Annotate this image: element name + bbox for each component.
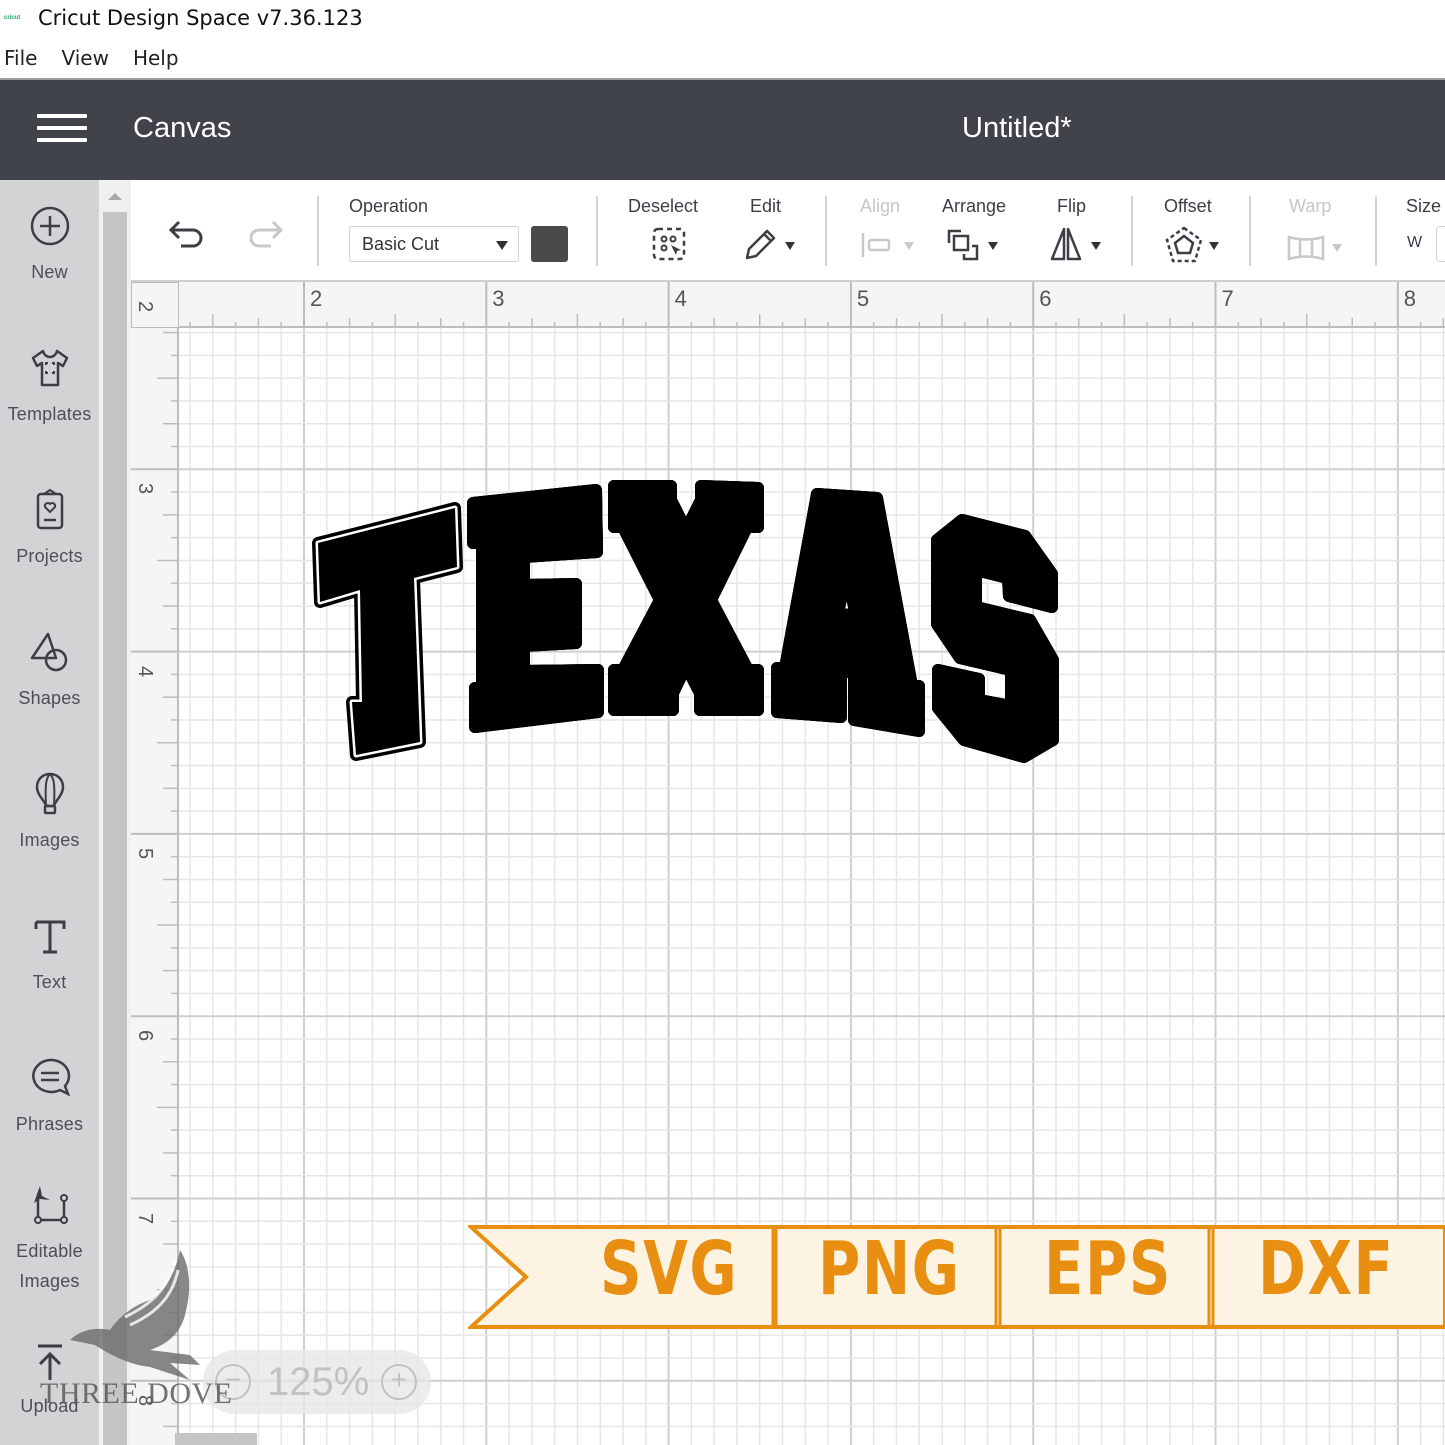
node-edit-icon [33, 1186, 68, 1224]
sidebar-item-phrases[interactable]: Phrases [0, 1056, 99, 1140]
sidebar-label: Projects [16, 546, 83, 566]
redo-icon[interactable] [243, 218, 285, 252]
size-label: Size [1406, 196, 1442, 216]
tshirt-icon [31, 349, 68, 387]
balloon-icon [35, 772, 64, 815]
sidebar-item-editable-images[interactable]: Editable Images [0, 1184, 99, 1296]
align-button[interactable] [860, 230, 914, 265]
text-t-icon [34, 920, 65, 954]
sidebar-item-templates[interactable]: Templates [0, 346, 99, 430]
chevron-down-icon [988, 242, 998, 250]
chevron-down-icon [1209, 242, 1219, 250]
toolbar-divider [1249, 196, 1251, 266]
chevron-down-icon [1091, 242, 1101, 250]
format-eps: EPS [1044, 1226, 1172, 1312]
menu-bar: File View Help [0, 38, 199, 78]
document-title[interactable]: Untitled* [962, 112, 1072, 145]
card-heart-icon [36, 488, 63, 530]
edit-label: Edit [750, 196, 782, 216]
deselect-icon[interactable] [651, 226, 687, 262]
edit-button[interactable] [743, 226, 795, 267]
chevron-down-icon [1332, 244, 1342, 252]
sidebar-item-images[interactable]: Images [0, 772, 99, 856]
letter-e[interactable] [467, 484, 604, 733]
format-png: PNG [818, 1226, 961, 1312]
sidebar-item-new[interactable]: New [0, 204, 99, 288]
warp-icon [1287, 235, 1325, 261]
sidebar-item-projects[interactable]: Projects [0, 488, 99, 572]
chevron-down-icon [904, 242, 914, 250]
arrange-layers-icon [947, 229, 979, 261]
flip-icon [1050, 227, 1082, 261]
menu-view[interactable]: View [61, 46, 108, 70]
zoom-in-button[interactable]: + [381, 1364, 417, 1400]
sidebar-label: Images [19, 830, 80, 850]
letter-a[interactable] [771, 488, 925, 737]
zoom-level: 125% [267, 1360, 370, 1404]
letter-s[interactable] [931, 514, 1059, 763]
edit-toolbar: Operation Basic Cut Deselect Edit Align … [131, 180, 1445, 282]
window-title: Cricut Design Space v7.36.123 [38, 6, 363, 30]
flip-label: Flip [1057, 196, 1087, 216]
align-label: Align [860, 196, 901, 216]
shapes-icon [30, 632, 67, 672]
toolbar-divider [317, 196, 319, 266]
menu-help[interactable]: Help [133, 46, 179, 70]
flip-button[interactable] [1049, 226, 1101, 267]
sidebar-label: Shapes [18, 688, 81, 708]
size-width-label: W [1407, 234, 1423, 251]
sidebar-item-text[interactable]: Text [0, 914, 99, 998]
left-sidebar: New Templates Projects Shapes Images Tex… [0, 180, 99, 1445]
letter-x[interactable] [608, 480, 764, 716]
section-title: Canvas [133, 112, 232, 144]
offset-label: Offset [1164, 196, 1212, 216]
app-window: cricut Cricut Design Space v7.36.123 Fil… [0, 0, 1445, 1445]
chevron-down-icon [496, 241, 508, 250]
letter-t[interactable] [312, 502, 463, 761]
scroll-up-arrow-icon[interactable] [108, 193, 122, 200]
plus-circle-icon [30, 206, 69, 246]
horizontal-scrollbar-thumb[interactable] [175, 1433, 257, 1445]
sidebar-label: New [31, 262, 68, 282]
toolbar-divider [596, 196, 598, 266]
deselect-label: Deselect [628, 196, 699, 216]
toolbar-divider [825, 196, 827, 266]
sidebar-label-line2: Images [19, 1271, 80, 1291]
app-logo-icon: cricut [4, 15, 21, 21]
sidebar-label: Editable Images [0, 1236, 99, 1296]
offset-button[interactable] [1165, 226, 1219, 269]
menu-file[interactable]: File [4, 46, 37, 70]
sidebar-label: Text [32, 972, 67, 992]
sidebar-scrollbar-thumb[interactable] [103, 212, 127, 1445]
sidebar-label: Phrases [15, 1114, 84, 1134]
size-width-input[interactable] [1436, 226, 1445, 262]
sidebar-label-line1: Editable [16, 1241, 83, 1261]
upload-icon [37, 1344, 62, 1380]
color-swatch[interactable] [531, 226, 568, 262]
align-left-icon [861, 233, 891, 257]
chevron-down-icon [785, 242, 795, 250]
speech-bubble-icon [31, 1058, 70, 1097]
hamburger-menu-icon[interactable] [37, 114, 87, 146]
zoom-control: − 125% + [203, 1350, 431, 1414]
arrange-label: Arrange [942, 196, 1007, 216]
warp-button[interactable] [1286, 234, 1342, 267]
offset-pentagon-icon [1165, 226, 1203, 263]
sidebar-label: Templates [7, 404, 92, 424]
operation-label: Operation [349, 196, 429, 216]
arrange-button[interactable] [946, 228, 998, 267]
app-header: Canvas Untitled* [0, 78, 1445, 180]
title-bar: cricut Cricut Design Space v7.36.123 [0, 0, 1445, 36]
format-svg: SVG [600, 1226, 739, 1312]
operation-select[interactable]: Basic Cut [349, 226, 519, 262]
pencil-icon [745, 229, 776, 260]
watermark-text: THREE DOVE [40, 1377, 233, 1410]
toolbar-divider [1375, 196, 1377, 266]
sidebar-item-shapes[interactable]: Shapes [0, 630, 99, 714]
toolbar-divider [1131, 196, 1133, 266]
format-dxf: DXF [1258, 1226, 1395, 1312]
operation-value: Basic Cut [362, 234, 440, 254]
undo-icon[interactable] [167, 218, 209, 252]
warp-label: Warp [1289, 196, 1332, 216]
